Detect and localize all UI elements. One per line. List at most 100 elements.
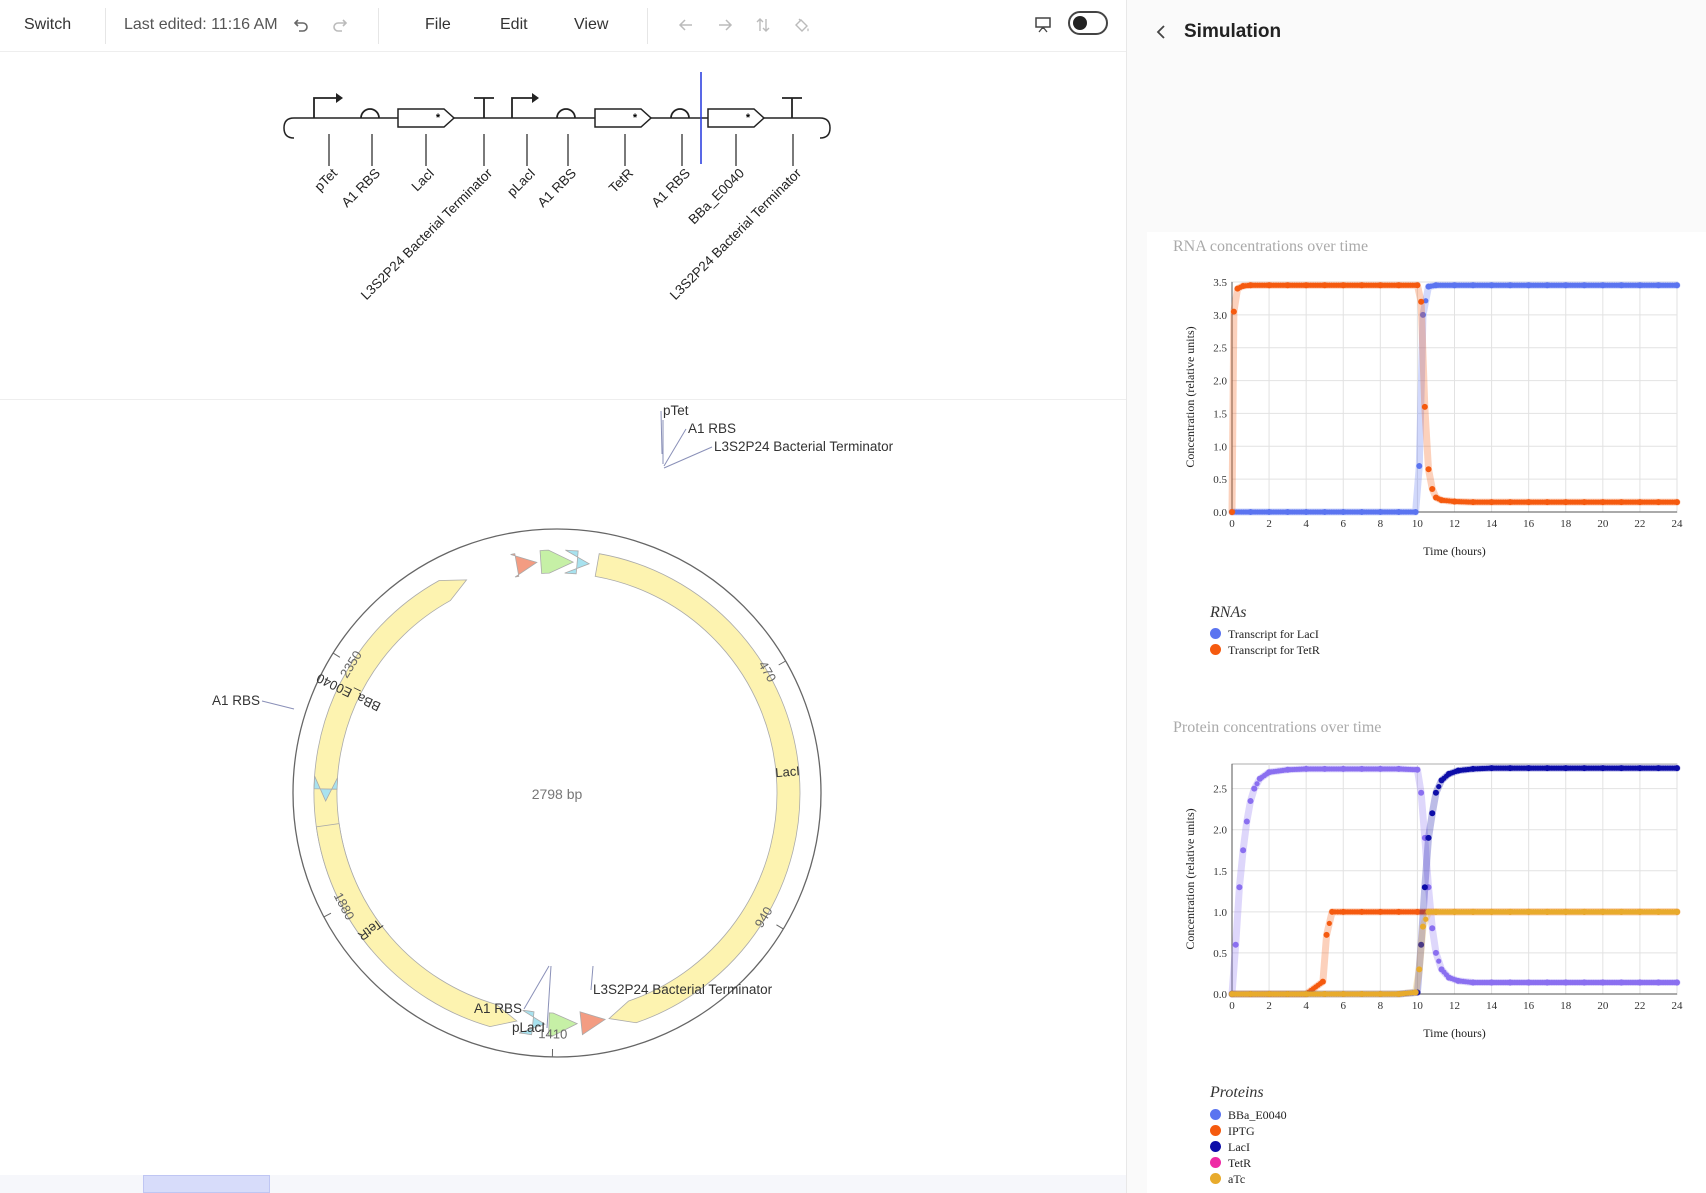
- data-point: [1579, 979, 1585, 986]
- arrow-left-icon[interactable]: [673, 12, 699, 38]
- toggle-knob: [1073, 16, 1087, 30]
- presentation-icon[interactable]: [1030, 12, 1056, 38]
- data-point: [1429, 810, 1436, 817]
- y-tick-label: 1.0: [1213, 441, 1227, 453]
- data-point: [1505, 499, 1511, 505]
- plasmid-feature-label[interactable]: LacI: [775, 763, 801, 780]
- plasmid-feature-ptet[interactable]: [539, 549, 575, 574]
- x-tick-label: 4: [1303, 1000, 1309, 1012]
- data-point: [1432, 949, 1439, 956]
- data-point: [1560, 979, 1567, 986]
- data-point: [1412, 282, 1418, 288]
- plasmid-length-label: 2798 bp: [532, 786, 583, 802]
- data-point: [1301, 282, 1307, 288]
- plasmid-feature-terminator[interactable]: [579, 1011, 607, 1036]
- data-point: [1672, 765, 1678, 771]
- plasmid-tick: [323, 912, 332, 918]
- x-tick-label: 14: [1486, 1000, 1498, 1012]
- legend-label: IPTG: [1228, 1124, 1255, 1138]
- data-point: [1264, 771, 1270, 777]
- data-point: [1579, 499, 1585, 505]
- part-label-a1-rbs[interactable]: A1 RBS: [339, 166, 384, 211]
- glyph-terminator-2[interactable]: [782, 97, 802, 118]
- data-point: [1653, 979, 1659, 986]
- x-tick-label: 20: [1597, 1000, 1609, 1012]
- glyph-cds-bba-e0040[interactable]: *: [707, 108, 766, 128]
- data-point: [1634, 765, 1641, 771]
- x-tick-label: 12: [1449, 1000, 1460, 1012]
- plasmid-callout-label[interactable]: pLacI: [512, 1020, 545, 1035]
- switch-button[interactable]: Switch: [24, 15, 71, 35]
- view-toggle[interactable]: [1068, 11, 1108, 35]
- data-point: [1560, 282, 1567, 288]
- plasmid-callout-label[interactable]: pTet: [663, 403, 689, 418]
- x-tick-label: 2: [1266, 1000, 1272, 1012]
- menu-edit[interactable]: Edit: [500, 15, 528, 35]
- data-point: [1232, 941, 1239, 948]
- data-point: [1356, 282, 1363, 288]
- plasmid-callout-label[interactable]: A1 RBS: [688, 421, 736, 436]
- glyph-rbs-1[interactable]: [360, 108, 380, 119]
- undo-icon[interactable]: [288, 12, 314, 38]
- data-point: [1375, 509, 1381, 515]
- part-label-a1-rbs[interactable]: A1 RBS: [535, 166, 580, 211]
- horizontal-scrollbar[interactable]: [0, 1175, 1126, 1193]
- part-label-placi[interactable]: pLacI: [504, 166, 538, 200]
- linear-design-canvas: * * * pTet A1 RBS LacI L3S2P24 Bacterial…: [283, 72, 831, 303]
- data-point: [1449, 282, 1455, 288]
- protein-legend-item[interactable]: TetR: [1210, 1155, 1251, 1171]
- data-point: [1393, 282, 1400, 288]
- plasmid-feature-tetr[interactable]: [315, 823, 518, 1027]
- redo-icon[interactable]: [327, 12, 353, 38]
- callout-line: [663, 446, 713, 469]
- data-point: [1486, 282, 1492, 288]
- legend-label: BBa_E0040: [1228, 1108, 1287, 1122]
- y-tick-label: 0.5: [1213, 948, 1227, 960]
- menu-file[interactable]: File: [425, 15, 451, 35]
- menu-view[interactable]: View: [574, 15, 608, 35]
- plasmid-callout-label[interactable]: A1 RBS: [212, 693, 260, 708]
- data-point: [1597, 979, 1604, 986]
- data-point: [1393, 766, 1400, 772]
- glyph-promoter-ptet[interactable]: [313, 93, 343, 118]
- plasmid-callout-label[interactable]: L3S2P24 Bacterial Terminator: [714, 439, 894, 454]
- rna-legend-item[interactable]: Transcript for TetR: [1210, 642, 1320, 658]
- arrow-right-icon[interactable]: [712, 12, 738, 38]
- protein-legend-item[interactable]: IPTG: [1210, 1123, 1255, 1139]
- plasmid-tick: [332, 652, 341, 658]
- data-point: [1418, 298, 1425, 305]
- scrollbar-thumb[interactable]: [143, 1175, 270, 1193]
- data-point: [1338, 509, 1344, 515]
- part-label-laci[interactable]: LacI: [408, 166, 437, 195]
- data-point: [1616, 979, 1622, 986]
- glyph-terminator-1[interactable]: [474, 97, 494, 118]
- plasmid-callout-label[interactable]: A1 RBS: [474, 1001, 522, 1016]
- plasmid-feature-laci[interactable]: [594, 553, 801, 1024]
- data-point: [1505, 979, 1511, 986]
- part-label-tetr[interactable]: TetR: [606, 165, 636, 195]
- data-point: [1301, 509, 1307, 515]
- glyph-rbs-3[interactable]: [670, 108, 690, 119]
- glyph-cds-laci[interactable]: *: [397, 108, 456, 128]
- protein-legend-item[interactable]: aTc: [1210, 1171, 1245, 1187]
- paint-bucket-icon[interactable]: [789, 12, 815, 38]
- glyph-promoter-placi[interactable]: [511, 93, 539, 118]
- rna-legend-item[interactable]: Transcript for LacI: [1210, 626, 1319, 642]
- y-tick-label: 0.5: [1213, 474, 1227, 486]
- glyph-cds-tetr[interactable]: *: [594, 108, 653, 128]
- data-point: [1597, 282, 1604, 288]
- part-label-ptet[interactable]: pTet: [311, 165, 340, 194]
- swap-vertical-icon[interactable]: [750, 12, 776, 38]
- back-chevron-icon[interactable]: [1149, 20, 1173, 44]
- y-tick-label: 2.5: [1213, 343, 1227, 355]
- part-label-bba-e0040[interactable]: BBa_E0040: [686, 166, 748, 228]
- data-point: [1634, 909, 1641, 915]
- data-point: [1505, 909, 1511, 915]
- protein-legend-item[interactable]: LacI: [1210, 1139, 1250, 1155]
- plasmid-feature-terminator[interactable]: [510, 553, 538, 578]
- data-point: [1375, 991, 1381, 997]
- part-label-a1-rbs[interactable]: A1 RBS: [649, 166, 694, 211]
- plasmid-callout-label[interactable]: L3S2P24 Bacterial Terminator: [593, 982, 773, 997]
- glyph-rbs-2[interactable]: [556, 108, 576, 119]
- protein-legend-item[interactable]: BBa_E0040: [1210, 1107, 1287, 1123]
